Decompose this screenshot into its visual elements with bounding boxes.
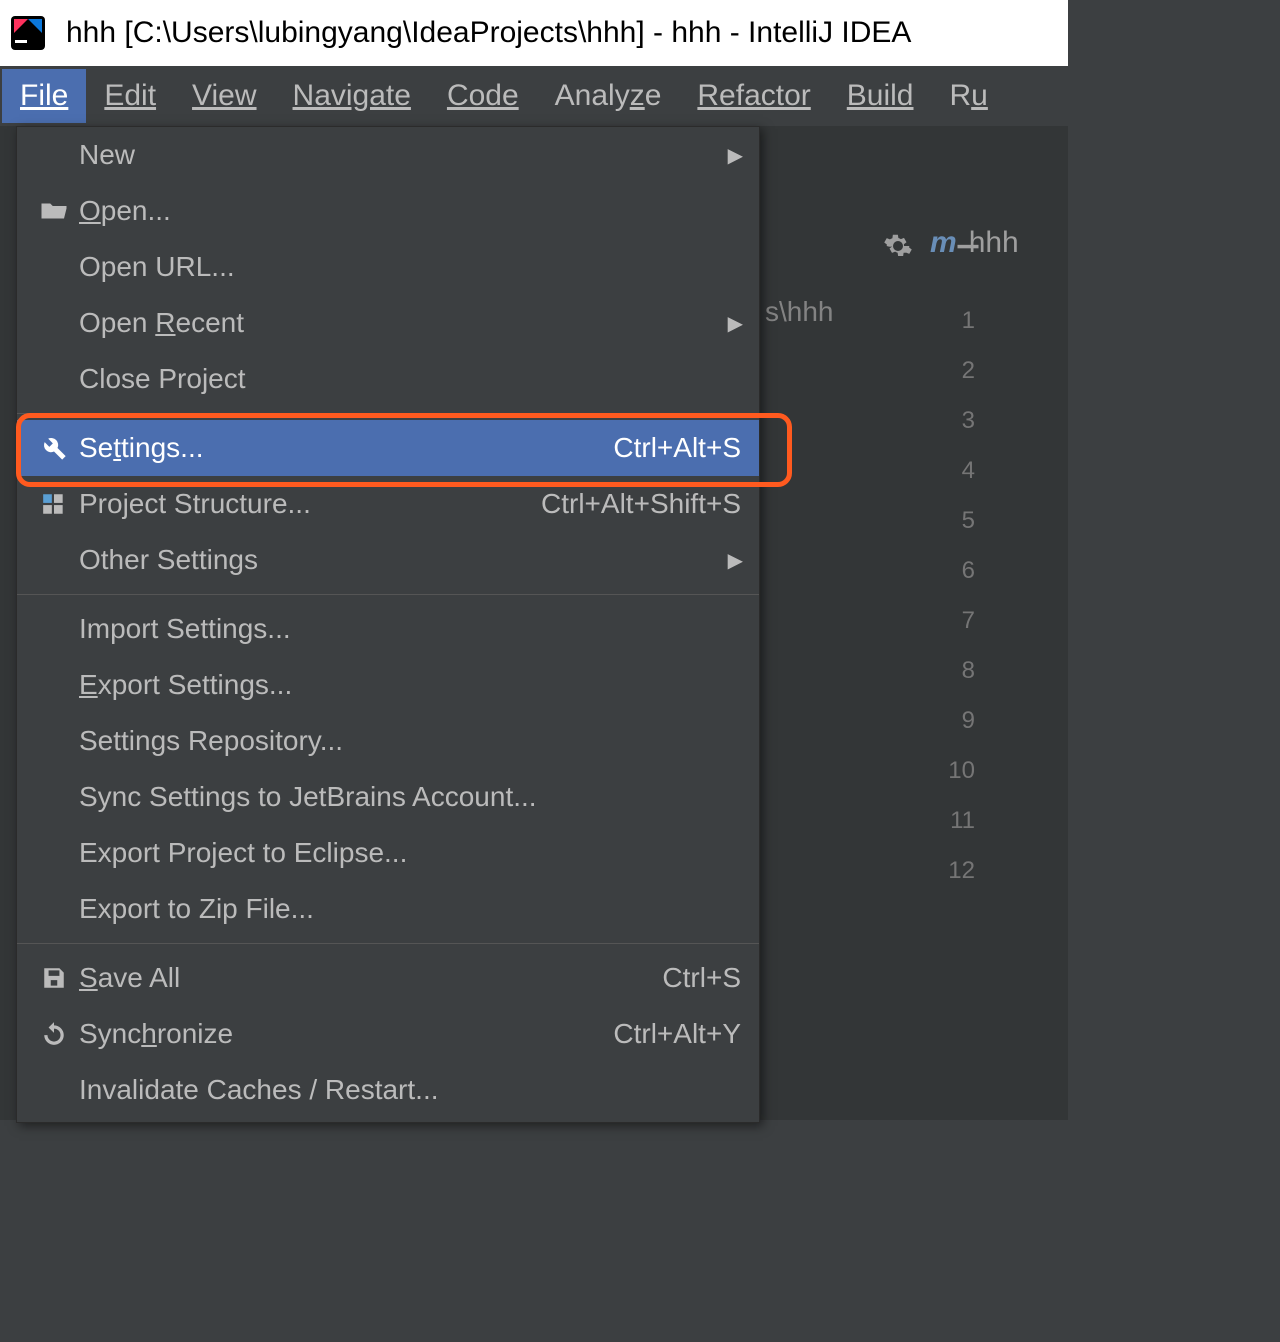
- line-number: 9: [935, 696, 975, 746]
- menu-analyze[interactable]: Analyze: [537, 69, 680, 123]
- submenu-arrow-icon: ▶: [728, 143, 743, 168]
- menu-item-save-all[interactable]: Save All Ctrl+S: [17, 950, 759, 1006]
- line-number: 2: [935, 346, 975, 396]
- line-number: 4: [935, 446, 975, 496]
- menu-item-synchronize[interactable]: Synchronize Ctrl+Alt+Y: [17, 1006, 759, 1062]
- menu-item-open-recent[interactable]: Open Recent ▶: [17, 295, 759, 351]
- menu-item-open[interactable]: Open...: [17, 183, 759, 239]
- window-title: hhh [C:\Users\lubingyang\IdeaProjects\hh…: [66, 16, 911, 50]
- editor-tab[interactable]: m hhh: [930, 226, 1019, 260]
- title-bar: hhh [C:\Users\lubingyang\IdeaProjects\hh…: [0, 0, 1068, 66]
- shortcut-text: Ctrl+Alt+Y: [613, 1018, 747, 1050]
- menu-item-new[interactable]: New ▶: [17, 127, 759, 183]
- menu-item-export-eclipse[interactable]: Export Project to Eclipse...: [17, 825, 759, 881]
- sync-icon: [29, 1021, 79, 1047]
- submenu-arrow-icon: ▶: [728, 548, 743, 573]
- tab-label: hhh: [969, 226, 1019, 260]
- menu-item-settings-repository[interactable]: Settings Repository...: [17, 713, 759, 769]
- line-number: 12: [935, 846, 975, 896]
- folder-open-icon: [29, 196, 79, 226]
- line-number: 8: [935, 646, 975, 696]
- menu-refactor[interactable]: Refactor: [679, 69, 828, 123]
- menu-separator: [17, 594, 759, 595]
- menu-separator: [17, 943, 759, 944]
- menu-run[interactable]: Ru: [932, 69, 1006, 123]
- menu-item-sync-settings[interactable]: Sync Settings to JetBrains Account...: [17, 769, 759, 825]
- shortcut-text: Ctrl+Alt+S: [613, 432, 747, 464]
- menu-file[interactable]: File: [2, 69, 86, 123]
- menu-item-import-settings[interactable]: Import Settings...: [17, 601, 759, 657]
- shortcut-text: Ctrl+Alt+Shift+S: [541, 488, 747, 520]
- shortcut-text: Ctrl+S: [662, 962, 747, 994]
- wrench-icon: [29, 434, 79, 462]
- gear-icon[interactable]: [878, 226, 918, 266]
- menu-item-project-structure[interactable]: Project Structure... Ctrl+Alt+Shift+S: [17, 476, 759, 532]
- menu-navigate[interactable]: Navigate: [275, 69, 429, 123]
- menu-separator: [17, 413, 759, 414]
- line-number: 1: [935, 296, 975, 346]
- breadcrumb-fragment: s\hhh: [765, 296, 834, 328]
- line-number: 5: [935, 496, 975, 546]
- line-number: 6: [935, 546, 975, 596]
- menu-item-export-settings[interactable]: Export Settings...: [17, 657, 759, 713]
- line-number: 3: [935, 396, 975, 446]
- menu-item-open-url[interactable]: Open URL...: [17, 239, 759, 295]
- menu-item-settings[interactable]: Settings... Ctrl+Alt+S: [17, 420, 759, 476]
- intellij-logo-icon: [10, 15, 46, 51]
- line-number: 11: [935, 796, 975, 846]
- menu-item-invalidate-caches[interactable]: Invalidate Caches / Restart...: [17, 1062, 759, 1118]
- file-type-icon: m: [930, 226, 957, 260]
- menu-view[interactable]: View: [174, 69, 274, 123]
- menu-bar: File Edit View Navigate Code Analyze Ref…: [0, 66, 1068, 126]
- menu-item-export-zip[interactable]: Export to Zip File...: [17, 881, 759, 937]
- save-icon: [29, 965, 79, 991]
- line-number: 10: [935, 746, 975, 796]
- submenu-arrow-icon: ▶: [728, 311, 743, 336]
- menu-edit[interactable]: Edit: [86, 69, 174, 123]
- file-menu-dropdown: New ▶ Open... Open URL... Open Recent ▶ …: [16, 126, 760, 1123]
- menu-item-other-settings[interactable]: Other Settings ▶: [17, 532, 759, 588]
- menu-code[interactable]: Code: [429, 69, 537, 123]
- menu-item-close-project[interactable]: Close Project: [17, 351, 759, 407]
- project-structure-icon: [29, 491, 79, 517]
- menu-build[interactable]: Build: [829, 69, 932, 123]
- editor-gutter: 1 2 3 4 5 6 7 8 9 10 11 12: [935, 296, 975, 896]
- line-number: 7: [935, 596, 975, 646]
